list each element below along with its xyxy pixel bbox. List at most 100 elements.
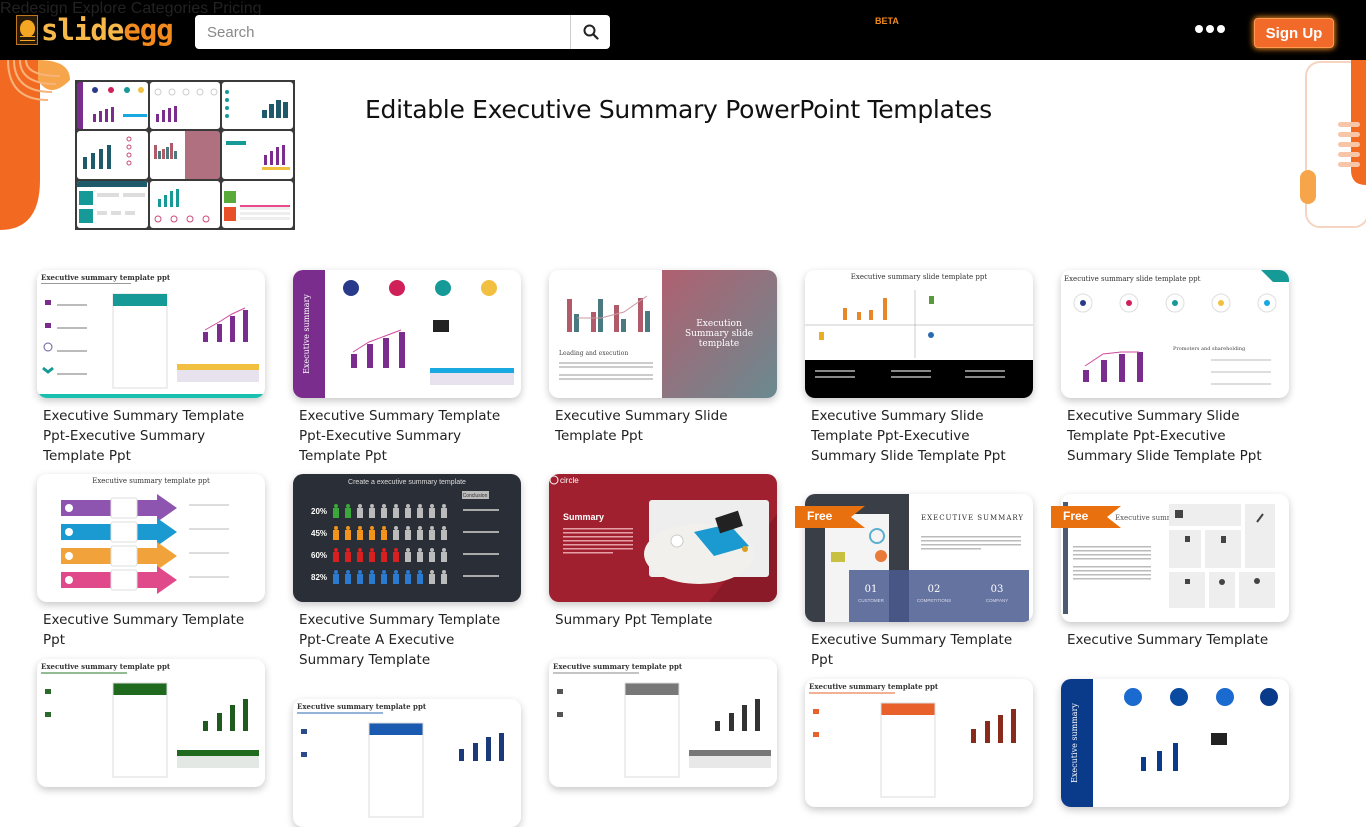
pct-label: 82% bbox=[311, 573, 327, 582]
template-title[interactable]: Executive Summary Template Ppt-Executive… bbox=[43, 406, 265, 466]
template-card[interactable]: Executive summary template ppt bbox=[805, 679, 1033, 807]
thumb-graphic: Execution Summary slide template Leading… bbox=[559, 270, 777, 398]
svg-text:Executive summary: Executive summary bbox=[302, 294, 311, 374]
person-icon-body bbox=[369, 508, 375, 518]
thumb-graphic: Executive summary bbox=[1061, 679, 1278, 807]
page-title: Editable Executive Summary PowerPoint Te… bbox=[365, 95, 992, 124]
person-icon-head bbox=[370, 548, 374, 552]
person-icon-body bbox=[405, 530, 411, 540]
number-label: 03 bbox=[991, 584, 1004, 595]
person-icon-body bbox=[429, 508, 435, 518]
person-icon-body bbox=[381, 530, 387, 540]
person-icon-head bbox=[358, 570, 362, 574]
template-thumbnail[interactable]: Executive summary template ppt bbox=[37, 474, 265, 602]
search-input[interactable] bbox=[195, 15, 570, 49]
svg-text:Execution: Execution bbox=[696, 319, 742, 329]
person-icon-head bbox=[442, 570, 446, 574]
svg-text:Create a executive summary tem: Create a executive summary template bbox=[348, 479, 466, 486]
template-title[interactable]: Executive Summary Template Ppt-Create A … bbox=[299, 610, 521, 670]
person-icon-body bbox=[345, 574, 351, 584]
template-title[interactable]: Executive Summary Slide Template Ppt bbox=[555, 406, 777, 446]
person-icon-head bbox=[442, 526, 446, 530]
template-card[interactable]: Executive summary bbox=[1061, 679, 1289, 807]
person-icon-body bbox=[345, 530, 351, 540]
person-icon-body bbox=[417, 574, 423, 584]
template-thumbnail[interactable]: Executive summary bbox=[293, 270, 521, 398]
hero-collage-image bbox=[75, 80, 295, 230]
collage-tile bbox=[149, 180, 221, 228]
person-icon-body bbox=[393, 530, 399, 540]
thumb-graphic: Create a executive summary template Conc… bbox=[311, 479, 499, 584]
number-label: 02 bbox=[928, 584, 941, 595]
thumb-heading: EXECUTIVE SUMMARY bbox=[921, 514, 1024, 522]
template-card[interactable]: circle Summary Summary Ppt Template bbox=[549, 474, 777, 630]
template-card[interactable]: Executive summary slide template ppt Pro… bbox=[1061, 270, 1289, 466]
circle-brand-label: circle bbox=[560, 476, 579, 485]
person-icon-body bbox=[357, 574, 363, 584]
person-icon-head bbox=[430, 504, 434, 508]
dot-icon bbox=[1206, 25, 1214, 33]
person-icon-body bbox=[441, 508, 447, 518]
thumb-graphic: circle Summary bbox=[549, 475, 777, 602]
person-icon-head bbox=[418, 570, 422, 574]
person-icon-head bbox=[334, 570, 338, 574]
person-icon-body bbox=[381, 574, 387, 584]
template-card[interactable]: Executive summary template ppt bbox=[293, 699, 521, 827]
template-thumbnail[interactable]: Executive summary template ppt bbox=[805, 679, 1033, 807]
person-icon-body bbox=[405, 574, 411, 584]
dot-icon bbox=[1217, 25, 1225, 33]
template-thumbnail[interactable]: Executive summary template ppt bbox=[293, 699, 521, 827]
search-button[interactable] bbox=[570, 15, 610, 49]
template-thumbnail[interactable]: Create a executive summary template Conc… bbox=[293, 474, 521, 602]
person-icon-head bbox=[406, 570, 410, 574]
person-icon-body bbox=[333, 552, 339, 562]
people-icons bbox=[333, 504, 447, 584]
collage-tile bbox=[149, 131, 221, 179]
slideegg-logo[interactable]: slideegg bbox=[16, 12, 174, 48]
person-icon-body bbox=[369, 530, 375, 540]
person-icon-body bbox=[405, 552, 411, 562]
template-title[interactable]: Executive Summary Template bbox=[1067, 630, 1289, 650]
person-icon-body bbox=[429, 552, 435, 562]
template-card[interactable]: Execution Summary slide template Leading… bbox=[549, 270, 777, 446]
svg-text:Executive summary slide templa: Executive summary slide template ppt bbox=[1064, 275, 1201, 283]
template-card[interactable]: Free EXECUTIVE SUMMARY 01 02 03 CUSTOMER… bbox=[795, 494, 1033, 670]
person-icon-body bbox=[369, 552, 375, 562]
template-card[interactable]: Free Executive summary Executive Summary… bbox=[1051, 494, 1289, 650]
person-icon-head bbox=[334, 526, 338, 530]
number-label: 01 bbox=[865, 584, 878, 595]
person-icon-head bbox=[382, 526, 386, 530]
search-bar bbox=[195, 15, 610, 49]
template-thumbnail[interactable]: Executive summary template ppt bbox=[37, 270, 265, 398]
person-icon-head bbox=[442, 548, 446, 552]
sign-up-button[interactable]: Sign Up bbox=[1254, 18, 1334, 48]
template-title[interactable]: Executive Summary Template Ppt bbox=[43, 610, 265, 650]
person-icon-head bbox=[346, 526, 350, 530]
template-title[interactable]: Executive Summary Slide Template Ppt-Exe… bbox=[1067, 406, 1289, 466]
template-thumbnail[interactable]: Executive summary bbox=[1061, 679, 1289, 807]
template-title[interactable]: Summary Ppt Template bbox=[555, 610, 777, 630]
template-thumbnail[interactable]: Execution Summary slide template Leading… bbox=[549, 270, 777, 398]
person-icon-head bbox=[346, 548, 350, 552]
person-icon-body bbox=[333, 530, 339, 540]
more-menu-button[interactable] bbox=[1195, 25, 1225, 33]
person-icon-body bbox=[393, 574, 399, 584]
person-icon-body bbox=[369, 574, 375, 584]
template-card[interactable]: Executive summary Executive Summary Temp… bbox=[293, 270, 521, 466]
template-title[interactable]: Executive Summary Template Ppt bbox=[811, 630, 1033, 670]
svg-text:Executive summary template ppt: Executive summary template ppt bbox=[92, 477, 210, 485]
template-card[interactable]: Executive summary slide template ppt Exe… bbox=[805, 270, 1033, 466]
svg-text:Summary slide: Summary slide bbox=[685, 329, 753, 339]
template-thumbnail[interactable]: Executive summary slide template ppt bbox=[805, 270, 1033, 398]
person-icon-head bbox=[370, 504, 374, 508]
template-thumbnail[interactable]: circle Summary bbox=[549, 474, 777, 602]
person-icon-head bbox=[418, 526, 422, 530]
template-thumbnail[interactable]: Executive summary slide template ppt Pro… bbox=[1061, 270, 1289, 398]
template-card[interactable]: Executive summary template ppt Executive… bbox=[37, 270, 265, 466]
person-icon-head bbox=[430, 548, 434, 552]
template-title[interactable]: Executive Summary Template Ppt-Executive… bbox=[299, 406, 521, 466]
number-caption: CUSTOMER bbox=[858, 598, 884, 603]
template-card[interactable]: Create a executive summary template Conc… bbox=[293, 474, 521, 670]
template-title[interactable]: Executive Summary Slide Template Ppt-Exe… bbox=[811, 406, 1033, 466]
template-card[interactable]: Executive summary template ppt Executive… bbox=[37, 474, 265, 650]
